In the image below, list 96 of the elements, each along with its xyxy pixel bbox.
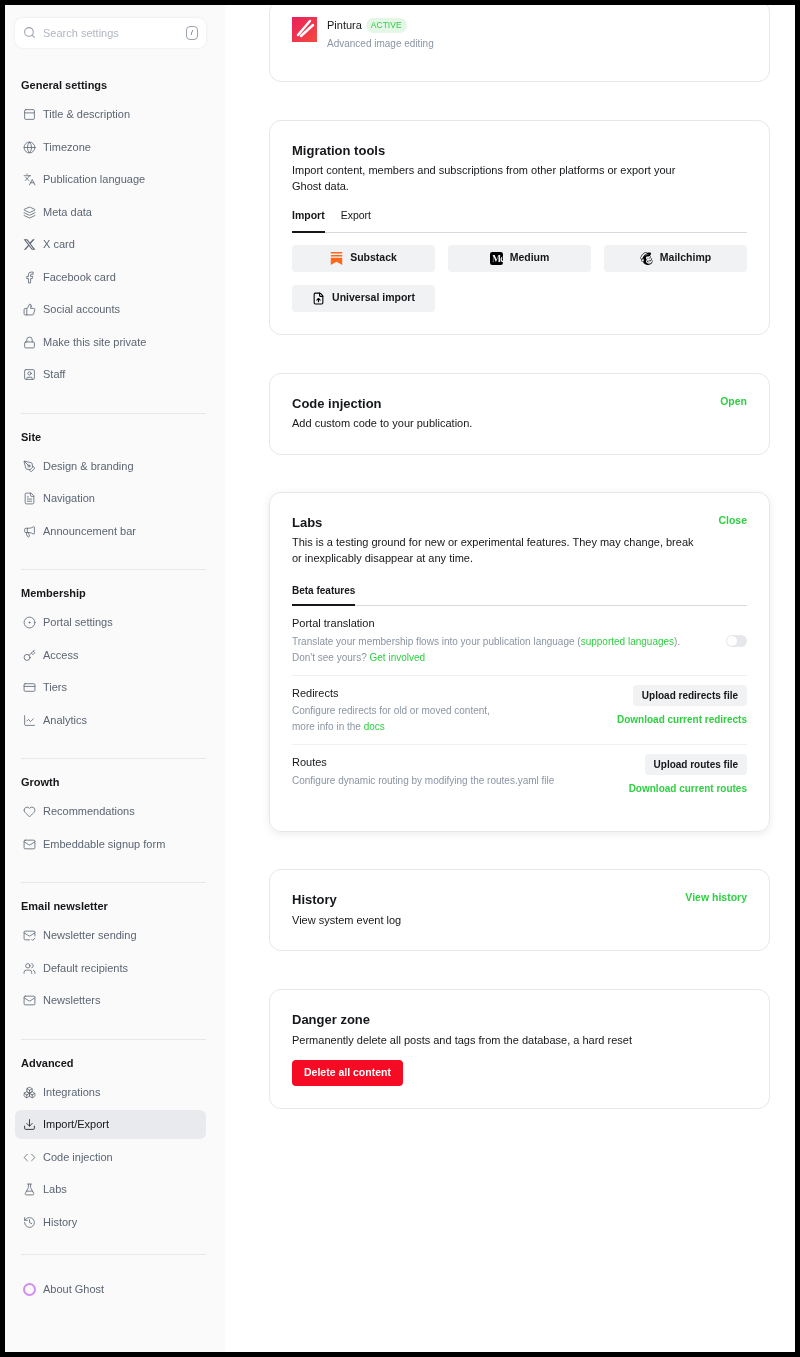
delete-button[interactable]: Delete all content bbox=[292, 1060, 403, 1087]
feature-description: Configure redirects for old or moved content, more info in the docs bbox=[292, 704, 490, 735]
card-title: Code injection bbox=[292, 394, 383, 413]
mail-icon bbox=[23, 994, 36, 1007]
feature-title: Portal translation bbox=[292, 616, 376, 632]
sidebar-item[interactable]: Navigation bbox=[15, 484, 206, 513]
lock-icon bbox=[23, 335, 36, 349]
card-description: View system event log bbox=[292, 912, 402, 928]
tab[interactable]: Beta features bbox=[292, 583, 356, 607]
sidebar-item[interactable]: Newsletter sending bbox=[15, 921, 206, 950]
substack-logo-icon bbox=[330, 251, 344, 265]
import-button[interactable]: Universal import bbox=[292, 284, 435, 312]
section-heading: Growth bbox=[21, 775, 61, 790]
sidebar-item[interactable]: Labs bbox=[15, 1175, 206, 1204]
chart-icon bbox=[23, 713, 36, 727]
translate-icon bbox=[23, 173, 36, 186]
feature-description: Translate your membership flows into your publication language (supported languages). Don't see yours? Get involved bbox=[292, 634, 681, 665]
card-title: History bbox=[292, 891, 338, 910]
sidebar-item[interactable]: Recommendations bbox=[15, 797, 206, 826]
section-heading: Site bbox=[21, 429, 43, 445]
card-icon bbox=[23, 681, 36, 694]
feature-title: Redirects bbox=[292, 685, 340, 701]
sidebar-item[interactable]: Access bbox=[15, 640, 206, 670]
key-icon bbox=[23, 648, 36, 662]
sidebar-item[interactable]: Newsletters bbox=[15, 986, 206, 1015]
tab[interactable]: Import bbox=[292, 208, 325, 233]
flask-icon bbox=[23, 1183, 36, 1196]
panel-icon bbox=[23, 108, 36, 121]
import-button[interactable]: Medium bbox=[448, 244, 591, 272]
globe-icon bbox=[23, 140, 36, 154]
card-description: Permanently delete all posts and tags from the database, a hard reset bbox=[292, 1032, 633, 1048]
section-heading: Membership bbox=[21, 586, 87, 601]
list-icon bbox=[23, 492, 36, 505]
sidebar-item[interactable]: History bbox=[15, 1207, 206, 1237]
facebook-icon bbox=[23, 270, 36, 284]
shortcut-key: / bbox=[185, 26, 198, 40]
section-heading: General settings bbox=[21, 78, 109, 93]
sidebar-item[interactable]: Portal settings bbox=[15, 608, 206, 637]
sidebar-item[interactable]: Title & description bbox=[15, 100, 206, 129]
integration-name: Pintura bbox=[327, 18, 362, 33]
medium-logo-icon bbox=[489, 251, 503, 265]
sidebar-item[interactable]: Import/Export bbox=[15, 1110, 206, 1139]
sidebar-item[interactable]: Facebook card bbox=[15, 262, 206, 292]
sidebar-item[interactable]: Meta data bbox=[15, 197, 206, 227]
feature-description: Configure dynamic routing by modifying the routes.yaml file bbox=[292, 773, 555, 788]
users-icon bbox=[23, 961, 36, 975]
card-description: Import content, members and subscriptions from other platforms or export your Ghost data. bbox=[292, 163, 677, 194]
sidebar-item[interactable]: Default recipients bbox=[15, 953, 206, 983]
status-badge: ACTIVE bbox=[365, 17, 407, 33]
megaphone-icon bbox=[23, 524, 36, 538]
sidebar-item[interactable]: Code injection bbox=[15, 1142, 206, 1172]
card-title: Migration tools bbox=[292, 141, 387, 160]
pintura-logo-icon bbox=[292, 17, 317, 42]
history-icon bbox=[23, 1215, 36, 1229]
sidebar-item[interactable]: Integrations bbox=[15, 1077, 206, 1107]
toggle-switch[interactable] bbox=[726, 634, 747, 647]
user-card-icon bbox=[23, 368, 36, 381]
sidebar-item[interactable]: Analytics bbox=[15, 705, 206, 735]
sidebar-item[interactable]: Staff bbox=[15, 360, 206, 389]
card-title: Danger zone bbox=[292, 1011, 371, 1030]
sidebar-item[interactable]: X card bbox=[15, 230, 206, 259]
upload-button[interactable]: Upload redirects file bbox=[632, 684, 747, 706]
tab[interactable]: Export bbox=[340, 208, 372, 233]
sidebar-item[interactable]: Make this site private bbox=[15, 327, 206, 357]
target-icon bbox=[23, 616, 36, 629]
download-icon bbox=[23, 1118, 36, 1131]
section-heading: Advanced bbox=[21, 1055, 75, 1071]
sidebar-item[interactable]: Publication language bbox=[15, 165, 206, 194]
feature-title: Routes bbox=[292, 755, 328, 771]
sidebar-item[interactable]: About Ghost bbox=[21, 1275, 206, 1304]
sidebar-item[interactable]: Embeddable signup form bbox=[15, 829, 206, 859]
card-description: This is a testing ground for new or experimental features. They may change, break or inexplicably disappear at any time. bbox=[292, 535, 695, 567]
x-logo-icon bbox=[23, 238, 36, 251]
sidebar-item[interactable]: Announcement bar bbox=[15, 516, 206, 546]
card-description: Add custom code to your publication. bbox=[292, 416, 473, 432]
mail-icon bbox=[23, 837, 36, 851]
upload-icon bbox=[312, 291, 326, 305]
search-icon bbox=[23, 26, 36, 39]
card-title: Labs bbox=[292, 513, 323, 532]
sidebar-item[interactable]: Tiers bbox=[15, 673, 206, 702]
integration-description: Advanced image editing bbox=[327, 36, 434, 51]
sidebar-item[interactable]: Timezone bbox=[15, 132, 206, 162]
pen-icon bbox=[23, 459, 36, 473]
import-button[interactable]: Substack bbox=[292, 244, 435, 272]
ghost-logo-icon bbox=[23, 1283, 36, 1296]
boxes-icon bbox=[23, 1085, 36, 1099]
sidebar-item[interactable]: Social accounts bbox=[15, 295, 206, 324]
heart-icon bbox=[23, 805, 36, 818]
layers-icon bbox=[23, 205, 36, 219]
import-button[interactable]: Mailchimp bbox=[604, 244, 747, 272]
sidebar-item[interactable]: Design & branding bbox=[15, 451, 206, 481]
upload-button[interactable]: Upload routes file bbox=[644, 754, 747, 776]
thumbs-up-icon bbox=[23, 303, 36, 316]
section-heading: Email newsletter bbox=[21, 899, 109, 914]
mailchimp-logo-icon bbox=[639, 251, 653, 265]
mail-check-icon bbox=[23, 929, 36, 942]
